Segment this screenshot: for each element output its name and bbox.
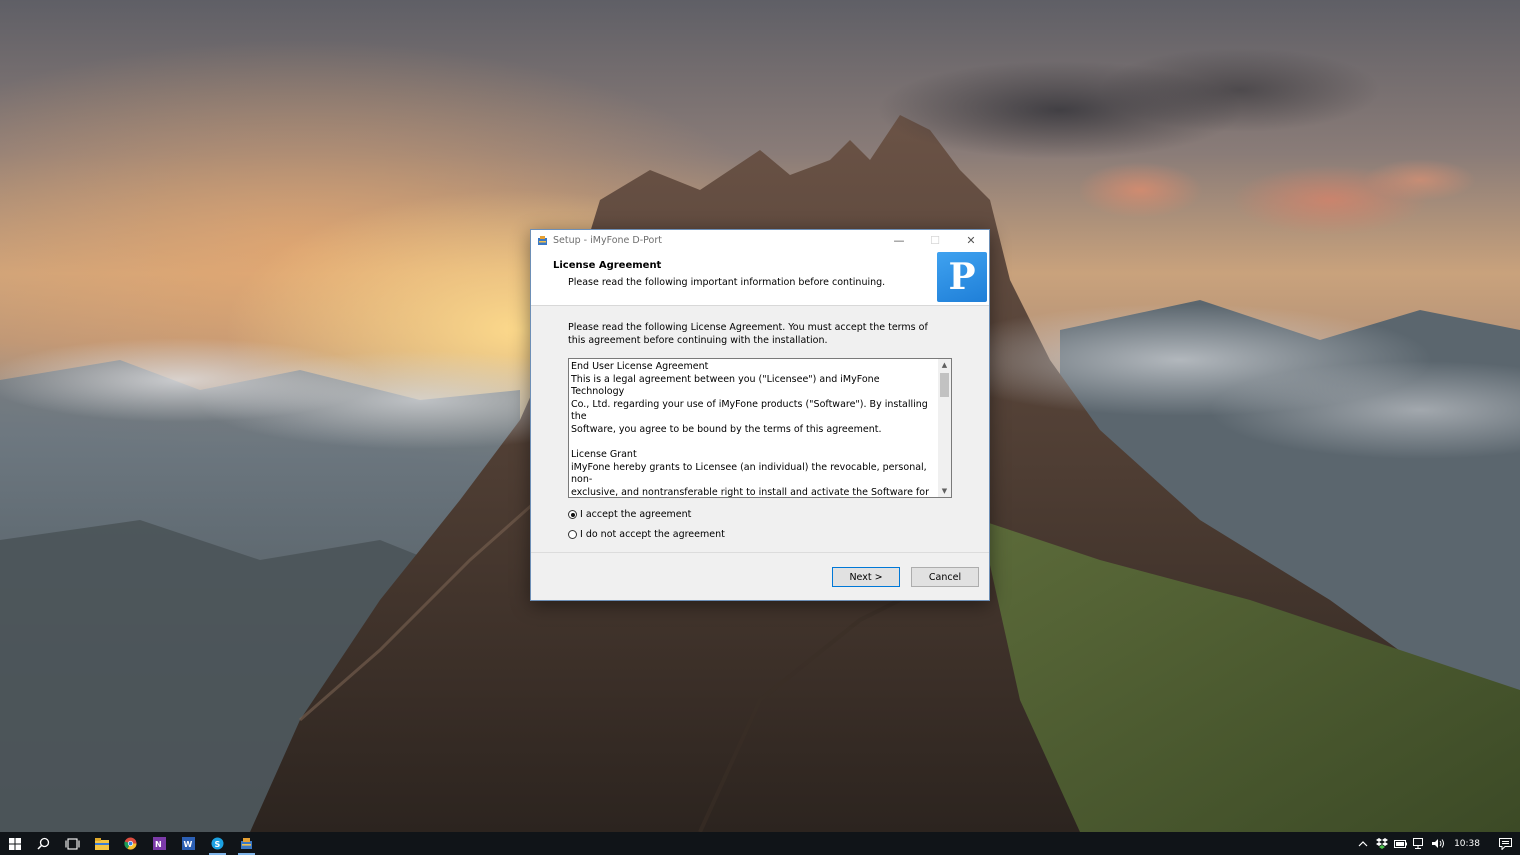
start-icon[interactable] bbox=[0, 832, 29, 855]
next-button[interactable]: Next > bbox=[832, 567, 900, 587]
desktop: Setup - iMyFone D-Port — ☐ ✕ License Agr… bbox=[0, 0, 1520, 855]
license-gap bbox=[571, 437, 935, 450]
decline-radio-row[interactable]: I do not accept the agreement bbox=[568, 529, 725, 540]
dropbox-icon[interactable] bbox=[1372, 832, 1391, 855]
task-view-icon[interactable] bbox=[58, 832, 87, 855]
scroll-up-arrow-icon[interactable]: ▲ bbox=[938, 359, 951, 371]
svg-text:S: S bbox=[215, 840, 221, 849]
cancel-button[interactable]: Cancel bbox=[911, 567, 979, 587]
accept-label[interactable]: I accept the agreement bbox=[580, 509, 691, 520]
page-subtitle: Please read the following important info… bbox=[568, 277, 886, 288]
system-tray: 10:38 bbox=[1353, 832, 1520, 855]
license-line: License Grant bbox=[571, 449, 637, 461]
license-text: End User License Agreement This is a lega… bbox=[571, 361, 935, 498]
license-line: iMyFone hereby grants to Licensee (an in… bbox=[571, 461, 927, 486]
battery-icon[interactable] bbox=[1391, 832, 1410, 855]
search-icon[interactable] bbox=[29, 832, 58, 855]
svg-text:N: N bbox=[155, 840, 162, 849]
setup-app-icon bbox=[536, 234, 548, 246]
wizard-footer: Next > Cancel bbox=[531, 552, 989, 600]
wizard-header: License Agreement Please read the follow… bbox=[531, 250, 989, 306]
license-line: End User License Agreement bbox=[571, 361, 709, 372]
window-title: Setup - iMyFone D-Port bbox=[553, 234, 662, 246]
word-icon[interactable]: W bbox=[174, 832, 203, 855]
setup-taskbar-icon[interactable] bbox=[232, 832, 261, 855]
setup-window: Setup - iMyFone D-Port — ☐ ✕ License Agr… bbox=[530, 229, 990, 601]
license-scrollbar[interactable]: ▲ ▼ bbox=[938, 359, 951, 497]
onenote-icon[interactable]: N bbox=[145, 832, 174, 855]
close-button[interactable]: ✕ bbox=[953, 230, 989, 250]
taskbar: N W S 10:38 bbox=[0, 832, 1520, 855]
license-line: exclusive, and nontransferable right to … bbox=[571, 486, 929, 498]
intro-text: Please read the following License Agreem… bbox=[568, 322, 928, 346]
dport-logo-icon: P bbox=[937, 252, 987, 302]
maximize-button: ☐ bbox=[930, 233, 940, 247]
license-line: Software, you agree to be bound by the t… bbox=[571, 423, 882, 435]
license-line: This is a legal agreement between you ("… bbox=[571, 373, 880, 398]
svg-text:W: W bbox=[184, 840, 193, 849]
volume-icon[interactable] bbox=[1429, 832, 1448, 855]
scroll-thumb[interactable] bbox=[940, 373, 949, 397]
decline-radio[interactable] bbox=[568, 530, 577, 539]
wizard-body: Please read the following License Agreem… bbox=[531, 306, 989, 553]
taskbar-clock[interactable]: 10:38 bbox=[1448, 839, 1490, 849]
network-icon[interactable] bbox=[1410, 832, 1429, 855]
skype-icon[interactable]: S bbox=[203, 832, 232, 855]
license-line: Co., Ltd. regarding your use of iMyFone … bbox=[571, 398, 928, 423]
accept-radio[interactable] bbox=[568, 510, 577, 519]
chevron-up-icon[interactable] bbox=[1353, 832, 1372, 855]
title-bar[interactable]: Setup - iMyFone D-Port — ☐ ✕ bbox=[531, 230, 989, 250]
decline-label[interactable]: I do not accept the agreement bbox=[580, 529, 725, 540]
page-title: License Agreement bbox=[553, 260, 662, 271]
file-explorer-icon[interactable] bbox=[87, 832, 116, 855]
license-textbox[interactable]: End User License Agreement This is a lega… bbox=[568, 358, 952, 498]
scroll-down-arrow-icon[interactable]: ▼ bbox=[938, 485, 951, 497]
minimize-button[interactable]: — bbox=[881, 230, 917, 250]
action-center-icon[interactable] bbox=[1490, 832, 1520, 855]
wallpaper-pink-clouds bbox=[1080, 150, 1500, 270]
chrome-icon[interactable] bbox=[116, 832, 145, 855]
accept-radio-row[interactable]: I accept the agreement bbox=[568, 509, 691, 520]
